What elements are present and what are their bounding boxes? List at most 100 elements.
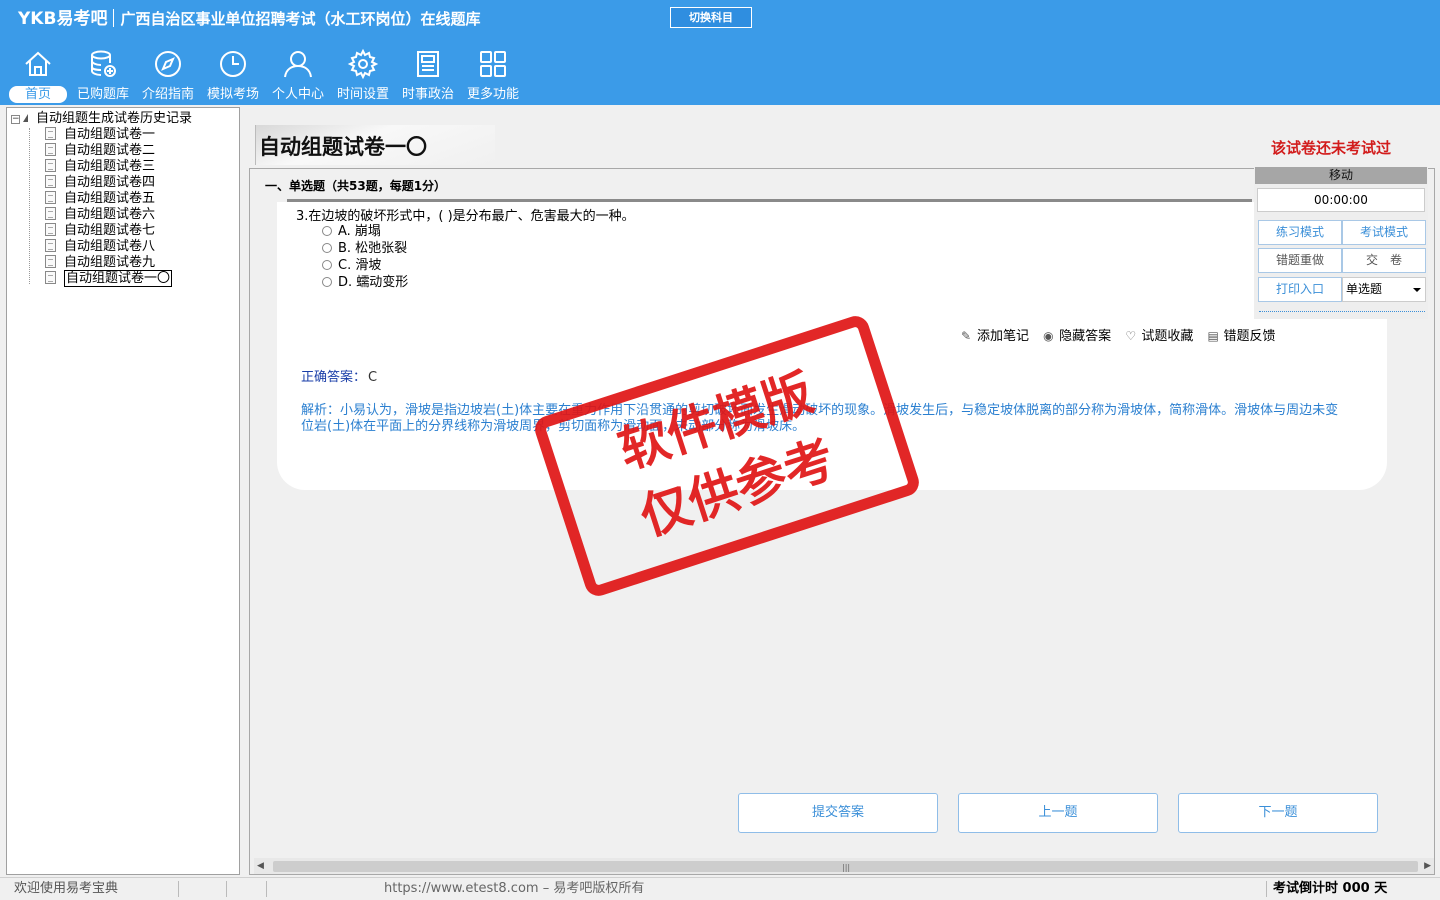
document-icon — [45, 159, 56, 172]
next-question-button[interactable]: 下一题 — [1178, 793, 1378, 833]
option-c[interactable]: C. 滑坡 — [322, 258, 381, 274]
history-tree[interactable]: − 自动组题生成试卷历史记录 自动组题试卷一 自动组题试卷二 自动组题试卷三 自动… — [6, 107, 240, 875]
switch-subject-button[interactable]: 切换科目 — [670, 7, 752, 28]
hide-answer-button[interactable]: ◉ 隐藏答案 — [1043, 329, 1111, 344]
tree-item[interactable]: 自动组题试卷六 — [45, 207, 155, 223]
option-a[interactable]: A. 崩塌 — [322, 224, 381, 240]
exam-status: 该试卷还未考试过 — [1271, 139, 1392, 157]
tree-item-label: 自动组题试卷三 — [64, 159, 156, 174]
tree-item-label: 自动组题试卷一〇 — [64, 270, 173, 287]
timer-display: 00:00:00 — [1257, 188, 1425, 212]
user-icon — [284, 51, 312, 78]
scroll-right-icon[interactable]: ▶ — [1424, 861, 1431, 871]
tree-item-label: 自动组题试卷四 — [64, 175, 156, 190]
radio-button[interactable] — [322, 243, 332, 253]
hide-answer-label: 隐藏答案 — [1059, 329, 1112, 344]
pencil-icon: ✎ — [961, 329, 972, 343]
mode-panel: 移动 00:00:00 练习模式 考试模式 错题重做 交 卷 打印入口 单选题 — [1254, 167, 1428, 319]
status-divider — [226, 881, 227, 897]
app-header: YKB易考吧 广西自治区事业单位招聘考试（水工环岗位）在线题库 切换科目 首页 已… — [0, 0, 1440, 105]
question-type-select[interactable]: 单选题 — [1342, 277, 1426, 302]
exam-mode-button[interactable]: 考试模式 — [1342, 220, 1426, 245]
app-title: 广西自治区事业单位招聘考试（水工环岗位）在线题库 — [120, 10, 481, 28]
heart-icon: ♡ — [1125, 329, 1137, 343]
nav-profile[interactable]: 个人中心 — [267, 48, 329, 104]
feedback-button[interactable]: ▤ 错题反馈 — [1207, 329, 1275, 344]
scroll-grip-icon: ||| — [842, 863, 851, 872]
nav-home[interactable]: 首页 — [7, 48, 69, 104]
panel-move-handle[interactable]: 移动 — [1255, 167, 1427, 184]
panel-resize-bar[interactable] — [1259, 311, 1425, 316]
document-icon — [45, 255, 56, 268]
document-icon — [45, 239, 56, 252]
option-label: A. 崩塌 — [338, 224, 381, 239]
add-note-label: 添加笔记 — [977, 329, 1030, 344]
nav-more[interactable]: 更多功能 — [462, 48, 524, 104]
tree-root-label: 自动组题生成试卷历史记录 — [36, 111, 193, 126]
compass-icon — [155, 51, 181, 77]
add-note-button[interactable]: ✎ 添加笔记 — [961, 329, 1029, 344]
nav-current-affairs[interactable]: 时事政治 — [397, 48, 459, 104]
status-bar: 欢迎使用易考宝典 https://www.etest8.com – 易考吧版权所… — [0, 877, 1440, 900]
collapse-icon[interactable]: − — [11, 115, 20, 124]
prev-question-button[interactable]: 上一题 — [958, 793, 1158, 833]
nav-purchased-label: 已购题库 — [76, 87, 129, 102]
question-actions: ✎ 添加笔记 ◉ 隐藏答案 ♡ 试题收藏 ▤ 错题反馈 — [961, 325, 1285, 344]
feedback-label: 错题反馈 — [1223, 329, 1276, 344]
tree-root[interactable]: − 自动组题生成试卷历史记录 — [11, 111, 192, 127]
nav-home-label: 首页 — [9, 86, 67, 103]
question-text: 3.在边坡的破坏形式中，( )是分布最广、危害最大的一种。 — [296, 209, 635, 224]
document-icon — [45, 207, 56, 220]
document-icon — [45, 191, 56, 204]
tree-item[interactable]: 自动组题试卷五 — [45, 191, 155, 207]
tree-item-label: 自动组题试卷九 — [64, 255, 156, 270]
database-icon — [91, 50, 116, 77]
tree-item-label: 自动组题试卷六 — [64, 207, 156, 222]
tree-item[interactable]: 自动组题试卷九 — [45, 255, 155, 271]
document-icon — [45, 223, 56, 236]
radio-button[interactable] — [322, 277, 332, 287]
horizontal-scrollbar[interactable]: ◀ ||| ▶ — [254, 858, 1434, 874]
document-icon — [45, 175, 56, 188]
nav-current-affairs-label: 时事政治 — [401, 87, 454, 102]
exam-countdown: 考试倒计时 000 天 — [1273, 881, 1388, 896]
tree-item[interactable]: 自动组题试卷八 — [45, 239, 155, 255]
tree-item-label: 自动组题试卷七 — [64, 223, 156, 238]
nav-time-settings[interactable]: 时间设置 — [332, 48, 394, 104]
nav-profile-label: 个人中心 — [271, 87, 324, 102]
nav-guide[interactable]: 介绍指南 — [137, 48, 199, 104]
logo-text: YKB易考吧 — [18, 9, 108, 29]
print-entry-button[interactable]: 打印入口 — [1258, 277, 1342, 302]
scroll-left-icon[interactable]: ◀ — [257, 861, 264, 871]
option-d[interactable]: D. 蠕动变形 — [322, 275, 408, 291]
redo-wrong-button[interactable]: 错题重做 — [1258, 248, 1342, 273]
tree-item[interactable]: 自动组题试卷一 — [45, 127, 155, 143]
status-divider — [178, 881, 179, 897]
favorite-button[interactable]: ♡ 试题收藏 — [1125, 329, 1193, 344]
tree-item[interactable]: 自动组题试卷七 — [45, 223, 155, 239]
tree-item[interactable]: 自动组题试卷二 — [45, 143, 155, 159]
tree-item-label: 自动组题试卷二 — [64, 143, 156, 158]
logo-divider — [113, 9, 115, 27]
document-icon — [45, 271, 56, 284]
option-b[interactable]: B. 松弛张裂 — [322, 241, 407, 257]
tree-item[interactable]: 自动组题试卷四 — [45, 175, 155, 191]
tree-item[interactable]: 自动组题试卷三 — [45, 159, 155, 175]
document-icon — [45, 127, 56, 140]
nav-purchased[interactable]: 已购题库 — [72, 48, 134, 104]
section-title: 一、单选题（共53题，每题1分） — [265, 179, 447, 193]
document-icon — [45, 143, 56, 156]
radio-button[interactable] — [322, 260, 332, 270]
nav-mock-exam[interactable]: 模拟考场 — [202, 48, 264, 104]
grid-icon — [480, 51, 506, 77]
paper-title: 自动组题试卷一〇 — [259, 135, 427, 159]
copyright-text: https://www.etest8.com – 易考吧版权所有 — [384, 881, 645, 896]
submit-answer-button[interactable]: 提交答案 — [738, 793, 938, 833]
folder-icon — [23, 114, 28, 122]
practice-mode-button[interactable]: 练习模式 — [1258, 220, 1342, 245]
status-divider — [266, 881, 267, 897]
nav-time-settings-label: 时间设置 — [336, 87, 389, 102]
submit-paper-button[interactable]: 交 卷 — [1342, 248, 1426, 273]
radio-button[interactable] — [322, 226, 332, 236]
tree-item-selected[interactable]: 自动组题试卷一〇 — [45, 270, 173, 287]
